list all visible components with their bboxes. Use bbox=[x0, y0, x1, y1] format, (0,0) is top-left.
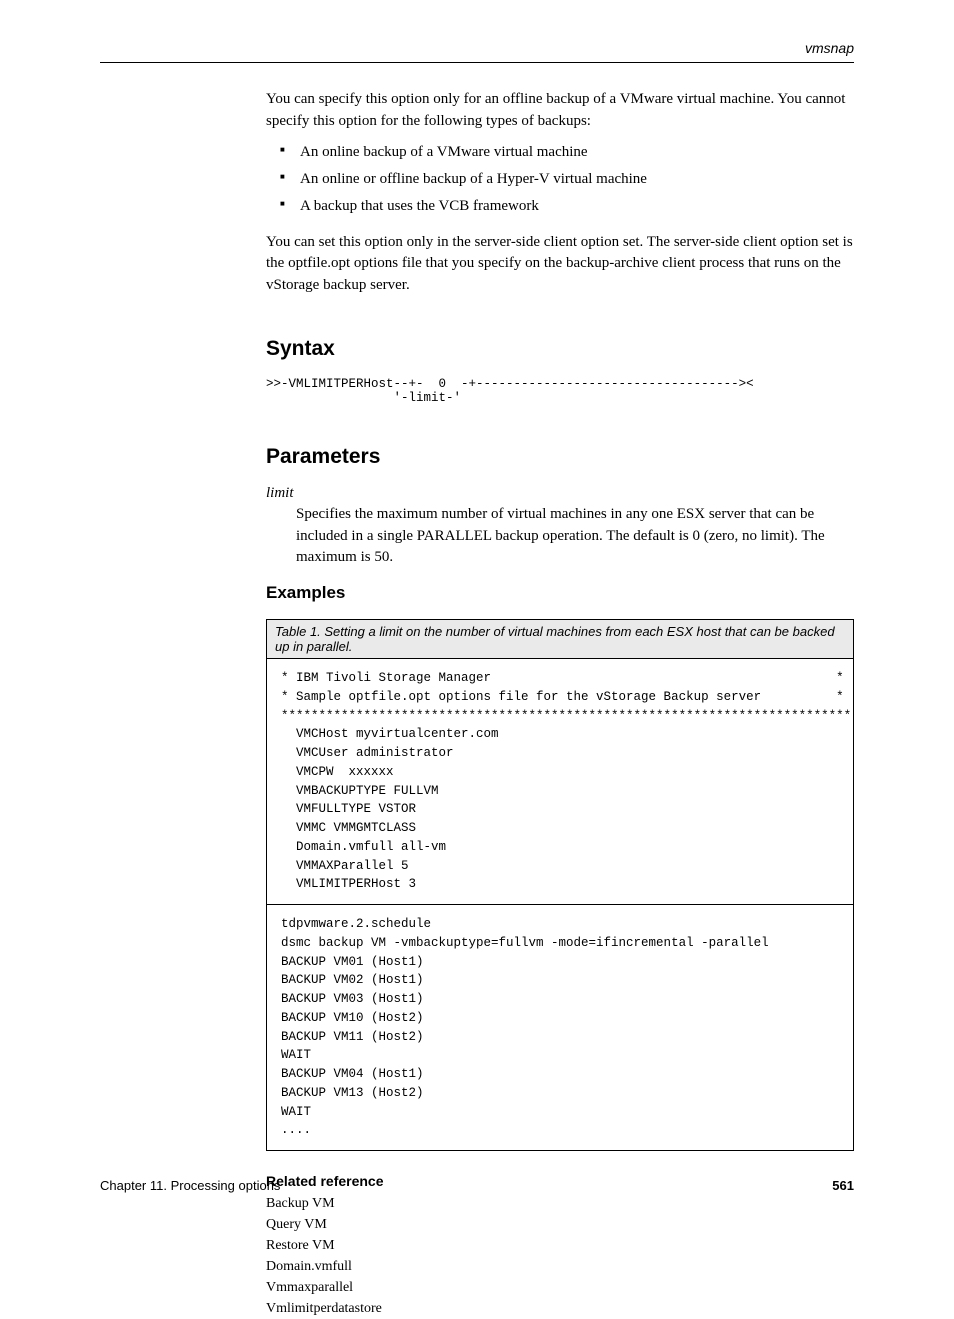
related-link[interactable]: Domain.vmfull bbox=[266, 1256, 854, 1277]
list-item: A backup that uses the VCB framework bbox=[266, 193, 854, 220]
param-name: limit bbox=[266, 485, 854, 502]
example-table-title: Table 1. Setting a limit on the number o… bbox=[267, 620, 853, 659]
list-item: An online or offline backup of a Hyper-V… bbox=[266, 166, 854, 193]
list-item: An online backup of a VMware virtual mac… bbox=[266, 139, 854, 166]
parameters-heading: Parameters bbox=[266, 445, 854, 469]
content-column: You can specify this option only for an … bbox=[266, 89, 854, 1319]
running-head: vmsnap bbox=[100, 40, 854, 62]
footer-left: Chapter 11. Processing options bbox=[100, 1178, 280, 1193]
footer-page-number: 561 bbox=[832, 1178, 854, 1193]
notes-paragraph: You can set this option only in the serv… bbox=[266, 232, 854, 297]
examples-heading: Examples bbox=[266, 583, 854, 603]
related-links: Backup VM Query VM Restore VM Domain.vmf… bbox=[266, 1193, 854, 1319]
syntax-heading: Syntax bbox=[266, 337, 854, 361]
header-rule bbox=[100, 62, 854, 63]
related-link[interactable]: Vmmaxparallel bbox=[266, 1277, 854, 1298]
related-link[interactable]: Backup VM bbox=[266, 1193, 854, 1214]
page-footer: Chapter 11. Processing options 561 Tivol… bbox=[100, 1178, 854, 1193]
related-link[interactable]: Query VM bbox=[266, 1214, 854, 1235]
example-table: Table 1. Setting a limit on the number o… bbox=[266, 619, 854, 1151]
page: vmsnap You can specify this option only … bbox=[0, 0, 954, 1235]
syntax-diagram: >>-VMLIMITPERHost--+- 0 -+--------------… bbox=[266, 377, 854, 405]
example-block-1: * IBM Tivoli Storage Manager * * Sample … bbox=[267, 659, 853, 904]
intro-paragraph: You can specify this option only for an … bbox=[266, 89, 854, 133]
related-link[interactable]: Restore VM bbox=[266, 1235, 854, 1256]
related-link[interactable]: Vmlimitperdatastore bbox=[266, 1298, 854, 1319]
example-block-2: tdpvmware.2.schedule dsmc backup VM -vmb… bbox=[267, 905, 853, 1150]
exclusion-list: An online backup of a VMware virtual mac… bbox=[266, 139, 854, 220]
param-description: Specifies the maximum number of virtual … bbox=[296, 504, 854, 569]
